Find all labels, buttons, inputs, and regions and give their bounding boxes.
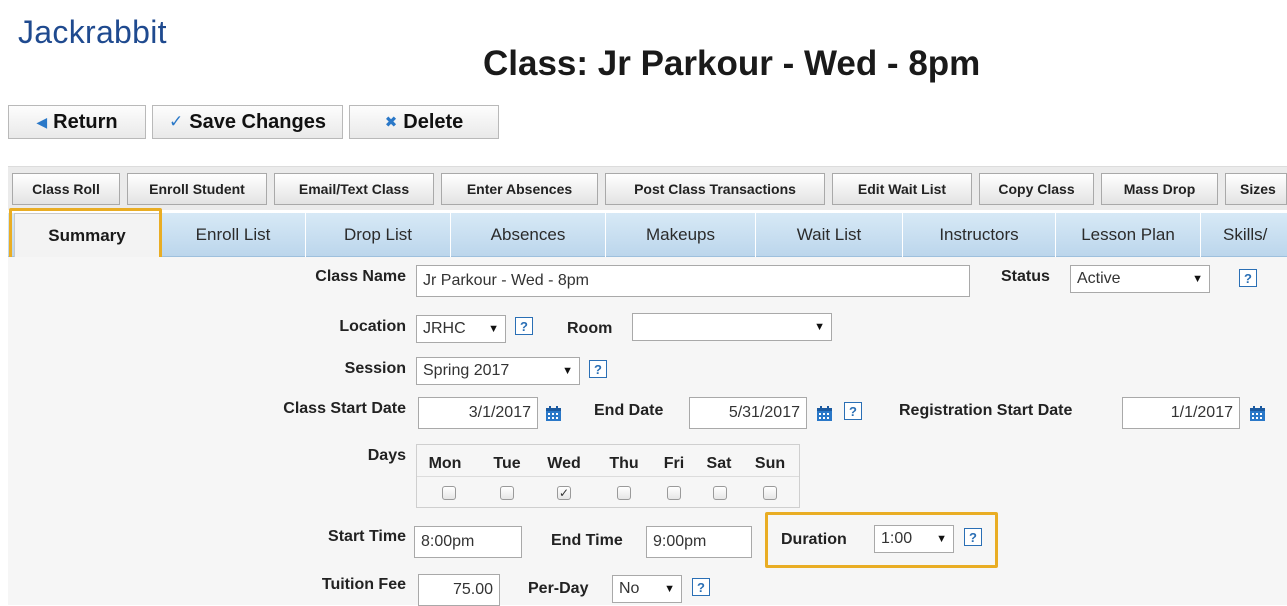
end-time-input[interactable]: 9:00pm [646,526,752,558]
session-help-icon[interactable]: ? [589,360,607,378]
calendar-icon[interactable] [545,405,562,422]
chevron-down-icon: ▼ [1192,273,1203,285]
day-sun-label: Sun [754,455,786,472]
post-class-transactions-button[interactable]: Post Class Transactions [605,173,825,205]
edit-wait-list-button[interactable]: Edit Wait List [832,173,972,205]
days-label: Days [367,447,406,464]
day-mon-checkbox[interactable] [442,486,456,500]
duration-label: Duration [781,531,847,548]
day-thu-label: Thu [609,455,639,472]
per-day-help-icon[interactable]: ? [692,578,710,596]
chevron-down-icon: ▼ [664,583,675,595]
location-select[interactable]: JRHC ▼ [416,315,506,343]
registration-start-date-label: Registration Start Date [899,402,1073,419]
registration-start-date-input[interactable]: 1/1/2017 [1122,397,1240,429]
tab-enroll-list[interactable]: Enroll List [160,213,305,257]
session-value: Spring 2017 [423,362,510,379]
days-divider [417,476,799,477]
day-fri-label: Fri [663,455,685,472]
tuition-fee-input[interactable]: 75.00 [418,574,500,606]
per-day-label: Per-Day [528,580,589,597]
x-icon: ✖ [384,114,398,131]
end-time-label: End Time [551,532,623,549]
tab-summary[interactable]: Summary [14,213,160,257]
per-day-select[interactable]: No ▼ [612,575,682,603]
save-changes-button[interactable]: ✓ Save Changes [152,105,343,139]
duration-help-icon[interactable]: ? [964,528,982,546]
return-button-label: Return [53,110,118,133]
day-thu-checkbox[interactable] [617,486,631,500]
tuition-fee-label: Tuition Fee [321,576,406,593]
calendar-icon[interactable] [1249,405,1266,422]
delete-button-label: Delete [403,110,464,133]
end-date-label: End Date [594,402,664,419]
room-select[interactable]: ▼ [632,313,832,341]
day-mon-label: Mon [428,455,462,472]
per-day-value: No [619,580,640,597]
status-help-icon[interactable]: ? [1239,269,1257,287]
tab-makeups[interactable]: Makeups [605,213,755,257]
class-roll-button[interactable]: Class Roll [12,173,120,205]
room-label: Room [567,320,613,337]
chevron-down-icon: ▼ [562,365,573,377]
chevron-down-icon: ▼ [814,321,825,333]
duration-select[interactable]: 1:00 ▼ [874,525,954,553]
location-label: Location [339,318,406,335]
class-name-label: Class Name [315,268,406,285]
tab-instructors[interactable]: Instructors [902,213,1055,257]
calendar-icon[interactable] [816,405,833,422]
day-tue-label: Tue [493,455,521,472]
chevron-down-icon: ▼ [488,323,499,335]
enter-absences-button[interactable]: Enter Absences [441,173,598,205]
tab-absences[interactable]: Absences [450,213,605,257]
jackrabbit-logo: Jackrabbit [18,14,167,50]
status-select[interactable]: Active ▼ [1070,265,1210,293]
class-name-input[interactable]: Jr Parkour - Wed - 8pm [416,265,970,297]
delete-button[interactable]: ✖ Delete [349,105,499,139]
chevron-down-icon: ▼ [936,533,947,545]
location-value: JRHC [423,320,466,337]
save-changes-label: Save Changes [189,110,326,133]
sizes-button[interactable]: Sizes [1225,173,1287,205]
day-sun-checkbox[interactable] [763,486,777,500]
start-time-input[interactable]: 8:00pm [414,526,522,558]
session-select[interactable]: Spring 2017 ▼ [416,357,580,385]
tab-lesson-plan[interactable]: Lesson Plan [1055,213,1200,257]
status-value: Active [1077,270,1121,287]
day-wed-label: Wed [547,455,581,472]
tab-drop-list[interactable]: Drop List [305,213,450,257]
mass-drop-button[interactable]: Mass Drop [1101,173,1218,205]
enroll-student-button[interactable]: Enroll Student [127,173,267,205]
session-label: Session [344,360,406,377]
email-text-class-button[interactable]: Email/Text Class [274,173,434,205]
class-start-date-input[interactable]: 3/1/2017 [418,397,538,429]
dates-help-icon[interactable]: ? [844,402,862,420]
tab-wait-list[interactable]: Wait List [755,213,902,257]
tab-skills[interactable]: Skills/ [1200,213,1287,257]
arrow-left-icon: ◀ [36,113,48,130]
status-label: Status [1001,268,1050,285]
class-start-date-label: Class Start Date [283,400,406,417]
checkmark-icon: ✓ [169,112,184,131]
day-fri-checkbox[interactable] [667,486,681,500]
start-time-label: Start Time [328,528,406,545]
page-title: Class: Jr Parkour - Wed - 8pm [483,44,981,83]
location-help-icon[interactable]: ? [515,317,533,335]
day-sat-checkbox[interactable] [713,486,727,500]
day-tue-checkbox[interactable] [500,486,514,500]
copy-class-button[interactable]: Copy Class [979,173,1094,205]
day-wed-checkbox[interactable]: ✓ [557,486,571,500]
duration-value: 1:00 [881,530,913,547]
return-button[interactable]: ◀ Return [8,105,146,139]
end-date-input[interactable]: 5/31/2017 [689,397,807,429]
day-sat-label: Sat [706,455,732,472]
